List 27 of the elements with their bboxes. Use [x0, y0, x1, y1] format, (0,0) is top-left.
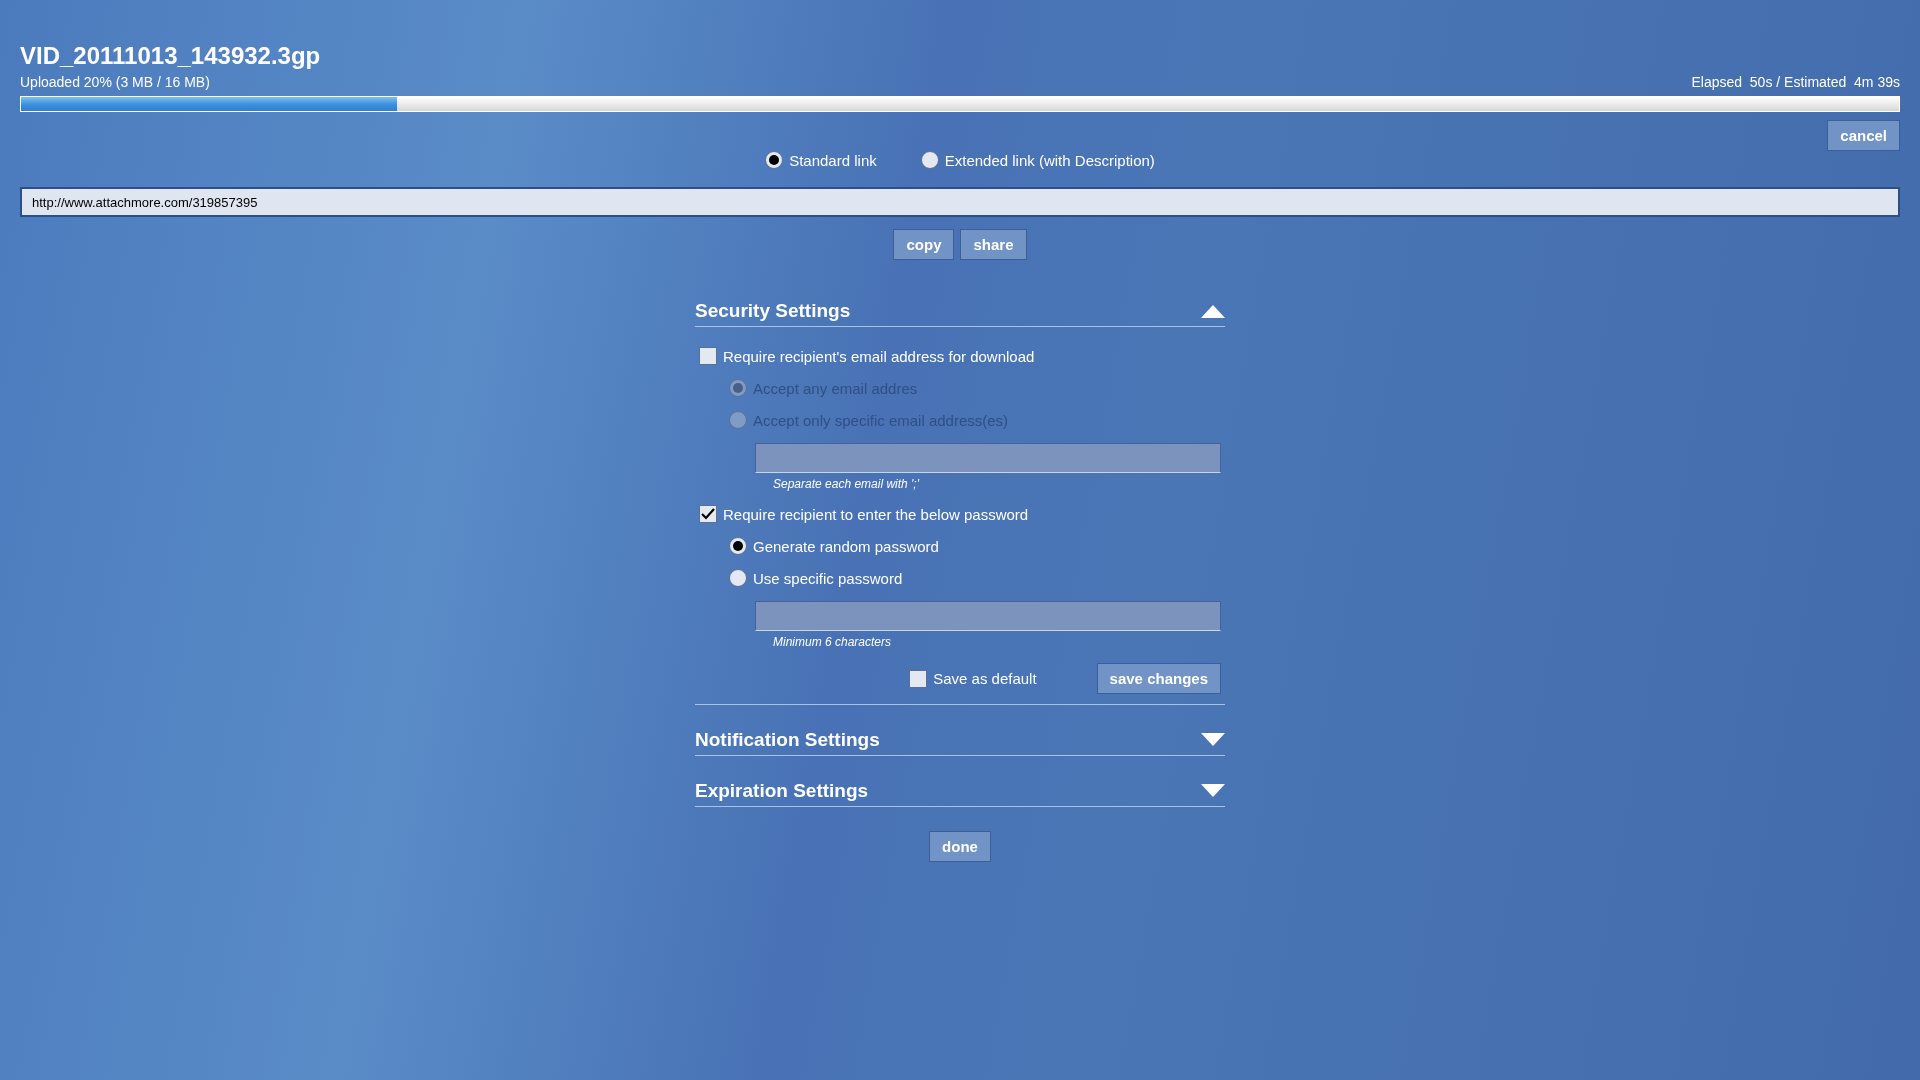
section-header[interactable]: Notification Settings	[695, 725, 1225, 756]
input-field[interactable]	[755, 601, 1221, 631]
done-button[interactable]: done	[929, 831, 991, 862]
radio-button[interactable]: Extended link (with Description)	[920, 151, 1155, 169]
upload-status: Uploaded 20% (3 MB / 16 MB)	[20, 74, 210, 90]
radio-button[interactable]: Use specific password	[729, 569, 1221, 587]
checkbox[interactable]: Save as default	[909, 669, 1037, 688]
checkbox[interactable]: Require recipient's email address for download	[699, 347, 1221, 365]
field-hint: Separate each email with ';'	[772, 477, 921, 491]
expand-arrow-icon	[1201, 784, 1225, 798]
collapse-arrow-icon	[1201, 304, 1225, 318]
checkbox[interactable]: Require recipient to enter the below password	[699, 505, 1221, 523]
link-field[interactable]: http://www.attachmore.com/319857395	[20, 187, 1900, 217]
save-changes-button[interactable]: save changes	[1096, 663, 1221, 694]
check-icon	[701, 507, 715, 521]
expand-arrow-icon	[1201, 733, 1225, 747]
radio-button[interactable]: Generate random password	[729, 537, 1221, 555]
section-header[interactable]: Expiration Settings	[695, 776, 1225, 807]
time-info: Elapsed 50s / Estimated 4m 39s	[1691, 74, 1900, 90]
share-button[interactable]: share	[960, 229, 1027, 260]
copy-button[interactable]: copy	[893, 229, 955, 260]
section-header[interactable]: Security Settings	[695, 296, 1225, 327]
radio-button[interactable]: Standard link	[765, 151, 877, 169]
cancel-button[interactable]: cancel	[1827, 120, 1900, 151]
file-name: VID_20111013_143932.3gp	[20, 42, 322, 70]
input-field[interactable]	[755, 443, 1221, 473]
field-hint: Minimum 6 characters	[772, 635, 893, 649]
